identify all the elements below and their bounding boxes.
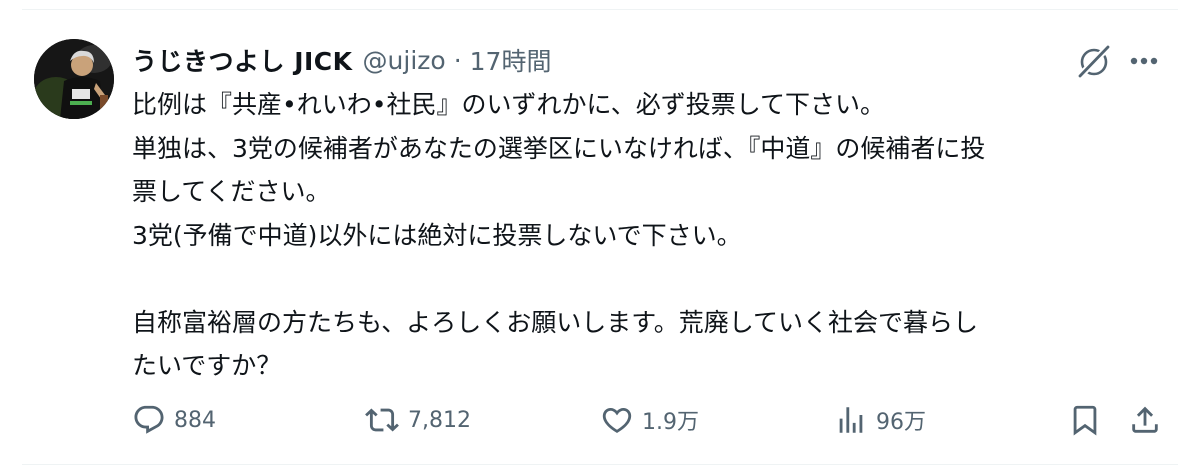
tweet-line: 票してください。 <box>132 177 331 206</box>
views-count: 96万 <box>876 410 926 435</box>
tweet-blank-line <box>132 257 1172 301</box>
more-icon <box>1130 57 1158 65</box>
like-button[interactable]: 1.9万 <box>600 398 699 442</box>
separator-dot: · <box>453 45 462 75</box>
timestamp[interactable]: 17時間 <box>470 42 552 78</box>
tweet-line: 自称富裕層の方たちも、よろしくお願いします。荒廃していく社会で暮らし <box>132 307 979 337</box>
retweet-count: 7,812 <box>408 407 471 433</box>
views-icon <box>839 407 863 433</box>
reply-count: 884 <box>174 407 216 433</box>
top-divider <box>22 9 1178 10</box>
display-name[interactable]: うじきつよし JICK <box>132 42 353 78</box>
action-bar: 884 7,812 1.9万 96万 <box>132 398 1172 442</box>
views-button[interactable]: 96万 <box>834 398 926 442</box>
share-icon <box>1132 406 1158 433</box>
grok-button[interactable] <box>1074 43 1114 79</box>
bookmark-icon <box>1073 405 1097 436</box>
tweet-line: 比例は『共産•れいわ•社民』のいずれかに、必ず投票して下さい。 <box>132 90 885 119</box>
retweet-button[interactable]: 7,812 <box>364 398 471 442</box>
avatar-image <box>34 39 114 119</box>
avatar[interactable] <box>34 39 114 119</box>
more-button[interactable] <box>1124 43 1164 79</box>
like-count: 1.9万 <box>642 410 699 435</box>
user-handle[interactable]: @ujizo <box>363 46 446 75</box>
tweet-text: 比例は『共産•れいわ•社民』のいずれかに、必ず投票して下さい。 単独は、3党の候… <box>132 83 1172 388</box>
share-button[interactable] <box>1128 398 1162 442</box>
tweet-line: 単独は、3党の候補者があなたの選挙区にいなければ、『中道』の候補者に投 <box>132 133 986 163</box>
bottom-divider <box>22 464 1178 465</box>
reply-button[interactable]: 884 <box>132 398 216 442</box>
reply-icon <box>134 405 164 434</box>
tweet-line: 3党(予備で中道)以外には絶対に投票しないで下さい。 <box>132 220 742 250</box>
grok-icon <box>1078 45 1110 78</box>
tweet-header: うじきつよし JICK @ujizo · 17時間 <box>132 40 551 80</box>
retweet-icon <box>365 408 399 432</box>
bookmark-button[interactable] <box>1068 398 1102 442</box>
heart-icon <box>602 407 632 433</box>
tweet-line: たいですか？ <box>132 351 282 380</box>
